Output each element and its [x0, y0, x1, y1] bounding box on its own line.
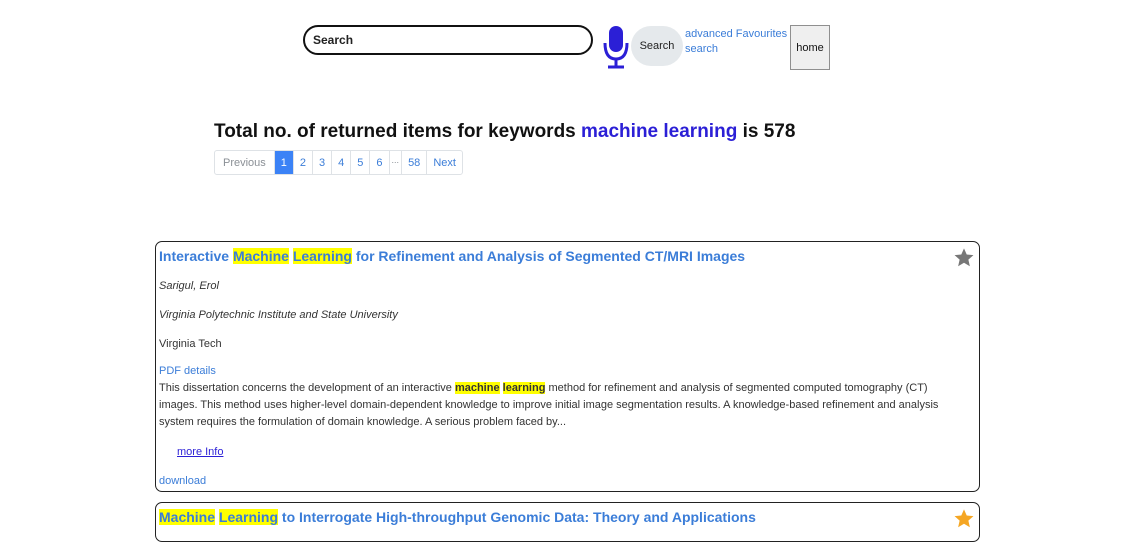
pagination: Previous 1 2 3 4 5 6 ... 58 Next: [214, 150, 463, 175]
more-info-link[interactable]: more Info: [177, 446, 223, 458]
results-keywords: machine learning: [581, 121, 738, 142]
result-title-highlight-machine: Machine: [159, 509, 216, 525]
download-link[interactable]: download: [159, 475, 206, 487]
pagination-page-5[interactable]: 5: [351, 151, 371, 174]
pagination-page-3[interactable]: 3: [313, 151, 333, 174]
results-summary: Total no. of returned items for keywords…: [214, 121, 795, 143]
pdf-details-link[interactable]: PDF details: [159, 365, 216, 377]
favourite-star-icon[interactable]: [953, 508, 975, 529]
result-title-after: to Interrogate High-throughput Genomic D…: [278, 509, 756, 525]
search-input[interactable]: [303, 25, 593, 55]
result-title-link[interactable]: Machine Learning to Interrogate High-thr…: [159, 509, 756, 525]
search-button[interactable]: Search: [631, 26, 683, 66]
pagination-page-58[interactable]: 58: [402, 151, 428, 174]
result-title-highlight-learning: Learning: [292, 248, 352, 264]
result-title-link[interactable]: Interactive Machine Learning for Refinem…: [159, 248, 745, 264]
favourite-star-icon[interactable]: [953, 247, 975, 268]
advanced-favourites-search-link[interactable]: advanced Favourites search: [685, 27, 791, 57]
pagination-page-1[interactable]: 1: [274, 151, 294, 174]
abstract-before: This dissertation concerns the developme…: [159, 382, 455, 394]
pagination-page-6[interactable]: 6: [370, 151, 390, 174]
result-publisher: Virginia Tech: [159, 338, 222, 350]
results-middle: is: [737, 121, 764, 142]
result-title-highlight-learning: Learning: [218, 509, 279, 525]
result-institution: Virginia Polytechnic Institute and State…: [159, 309, 398, 321]
result-title-before: Interactive: [159, 248, 233, 264]
abstract-highlight-learning: learning: [502, 382, 546, 394]
pagination-ellipsis: ...: [390, 151, 403, 174]
result-title-highlight-machine: Machine: [232, 248, 289, 264]
home-button[interactable]: home: [790, 25, 830, 70]
abstract-highlight-machine: machine: [454, 382, 500, 394]
microphone-icon[interactable]: [602, 25, 630, 69]
pagination-page-2[interactable]: 2: [294, 151, 314, 174]
pagination-next[interactable]: Next: [427, 151, 462, 174]
pagination-page-4[interactable]: 4: [332, 151, 352, 174]
result-title-after: for Refinement and Analysis of Segmented…: [351, 248, 746, 264]
results-count: 578: [763, 121, 796, 142]
pagination-previous[interactable]: Previous: [215, 151, 275, 174]
results-prefix: Total no. of returned items for keywords: [214, 121, 582, 142]
result-abstract: This dissertation concerns the developme…: [159, 380, 969, 431]
result-card: Interactive Machine Learning for Refinem…: [155, 241, 980, 492]
result-author: Sarigul, Erol: [159, 280, 219, 292]
result-card: Machine Learning to Interrogate High-thr…: [155, 502, 980, 542]
